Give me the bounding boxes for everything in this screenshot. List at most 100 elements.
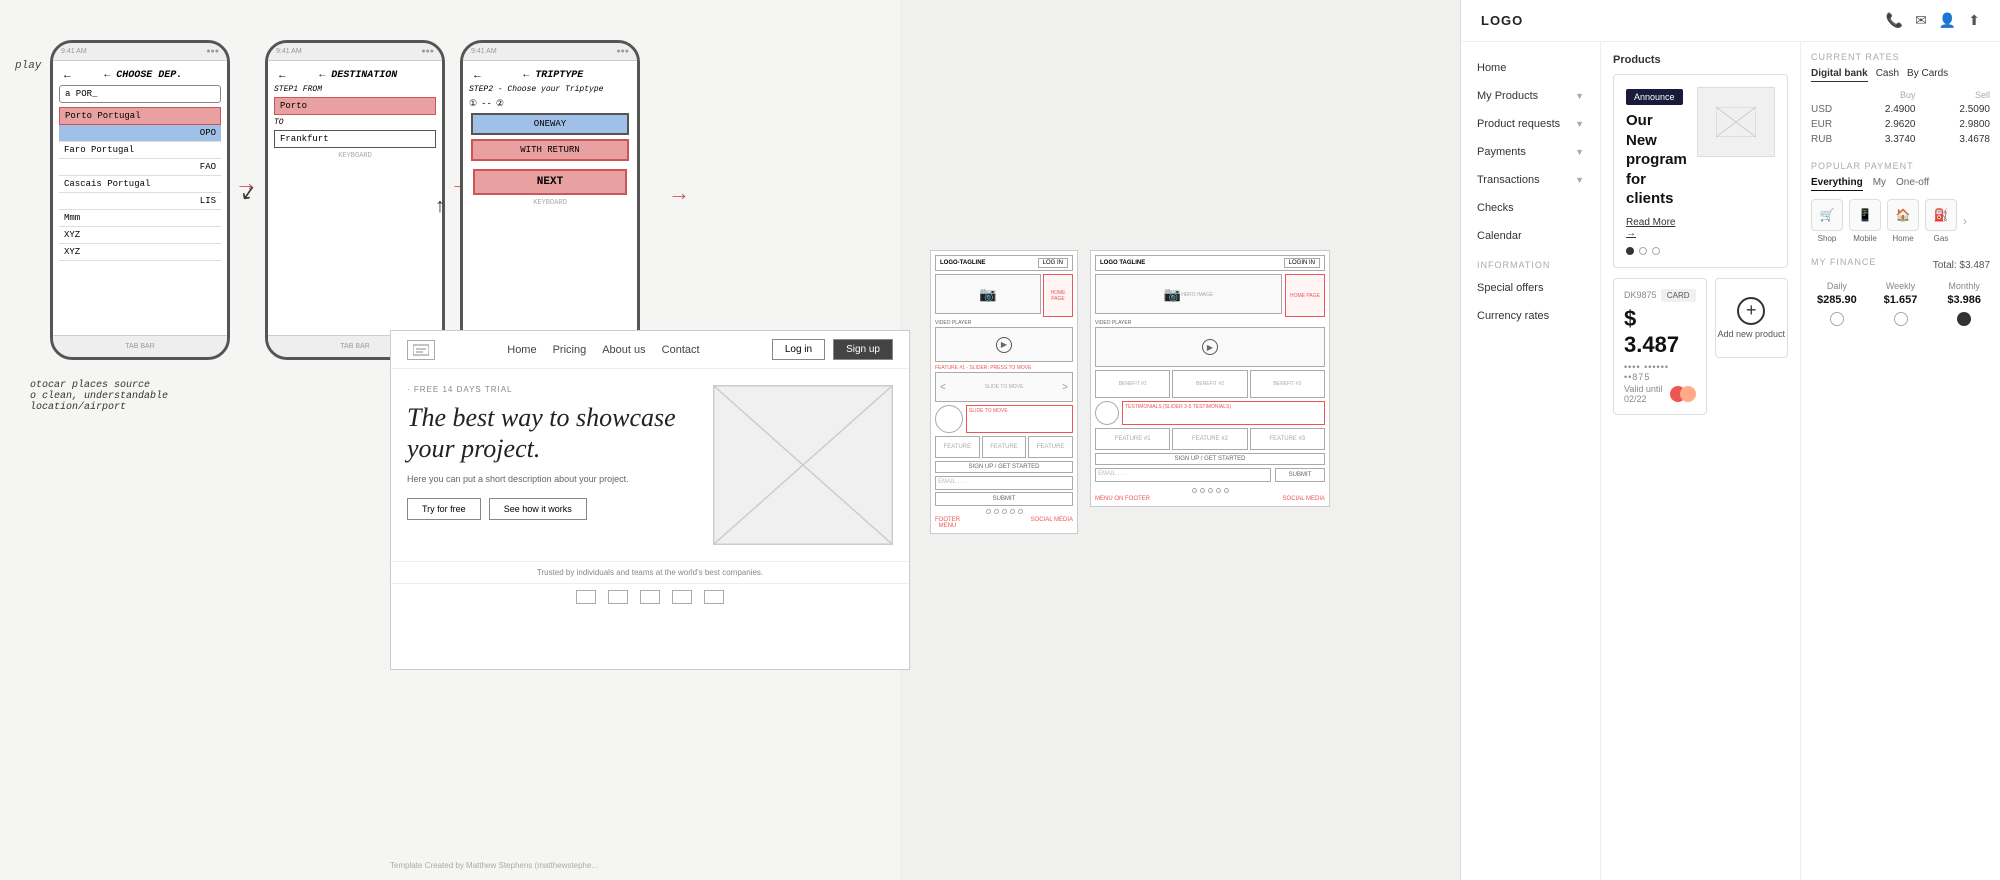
desktop-camera-icon: 📷 xyxy=(1164,286,1181,303)
wf-mobile-login[interactable]: LOG IN xyxy=(1038,258,1068,268)
banking-panel: LOGO 📞 ✉ 👤 ⬆ Home My Products ▼ Product … xyxy=(1460,0,2000,880)
wf-desktop-login[interactable]: LOGIN IN xyxy=(1284,258,1320,268)
nav-calendar[interactable]: Calendar xyxy=(1461,222,1600,250)
rates-tab-cards[interactable]: By Cards xyxy=(1907,68,1948,82)
wf-mobile-email[interactable]: EMAIL . . . xyxy=(935,476,1073,490)
feature2: FEATURE xyxy=(982,436,1027,458)
phone1-search[interactable]: a POR_ xyxy=(59,85,221,103)
dot5 xyxy=(1018,509,1023,514)
template-credit: Template Created by Matthew Stephens (ma… xyxy=(390,861,598,870)
phone2-status: 9:41 AM●●● xyxy=(268,43,442,61)
banking-right-col: CURRENT RATES Digital bank Cash By Cards… xyxy=(1800,42,2000,880)
phone3-oneway[interactable]: ONEWAY xyxy=(471,113,629,135)
rate-eur: EUR 2.9620 2.9800 xyxy=(1811,117,1990,132)
nav-payments[interactable]: Payments ▼ xyxy=(1461,138,1600,166)
feature1: FEATURE xyxy=(935,436,980,458)
phone2-nav: ← ← DESTINATION xyxy=(274,67,436,85)
radio-monthly[interactable] xyxy=(1957,312,1971,326)
nav-home[interactable]: Home xyxy=(507,344,536,356)
wf-mobile-signup: SIGN UP / GET STARTED xyxy=(935,461,1073,473)
payment-tab-oneoff[interactable]: One-off xyxy=(1896,177,1929,191)
benefit3: BENEFIT #3 xyxy=(1250,370,1325,398)
rates-tab-digital[interactable]: Digital bank xyxy=(1811,68,1868,82)
phone2-step1-label: STEP1 FROM xyxy=(274,85,436,94)
phone1-item5[interactable]: Cascais Portugal xyxy=(59,176,221,193)
nav-product-requests[interactable]: Product requests ▼ xyxy=(1461,110,1600,138)
nav-my-products[interactable]: My Products ▼ xyxy=(1461,82,1600,110)
curved-arrow2: ↑ xyxy=(435,195,445,218)
annotation1: otocar places source o clean, understand… xyxy=(30,380,168,413)
payment-tabs: Everything My One-off xyxy=(1811,177,1990,191)
add-circle-icon: + xyxy=(1737,297,1765,325)
nav-special-offers[interactable]: Special offers xyxy=(1461,274,1600,302)
payment-chevron[interactable]: › xyxy=(1963,214,1967,228)
payment-mobile[interactable]: 📱 Mobile xyxy=(1849,199,1881,243)
desktop-play-btn[interactable]: ▶ xyxy=(1202,339,1218,355)
phone1-item6[interactable]: LIS xyxy=(59,193,221,210)
phone1-item9[interactable]: XYZ xyxy=(59,244,221,261)
payment-tab-everything[interactable]: Everything xyxy=(1811,177,1863,191)
phone2-frankfurt[interactable]: Frankfurt xyxy=(274,130,436,148)
payment-tab-my[interactable]: My xyxy=(1873,177,1886,191)
try-free-btn[interactable]: Try for free xyxy=(407,498,481,520)
read-more-link[interactable]: Read More → xyxy=(1626,217,1687,239)
phone1-item3[interactable]: Faro Portugal xyxy=(59,142,221,159)
desktop-dot3 xyxy=(1208,488,1213,493)
add-product-card[interactable]: + Add new product xyxy=(1715,278,1789,358)
featured-card-image xyxy=(1697,87,1775,157)
wf-desktop-email[interactable]: EMAIL . . . xyxy=(1095,468,1271,482)
nav-pricing[interactable]: Pricing xyxy=(553,344,587,356)
phone1-item2[interactable]: OPO xyxy=(59,125,221,142)
lw-logo xyxy=(407,340,435,360)
nav-checks[interactable]: Checks xyxy=(1461,194,1600,222)
dot-inactive2 xyxy=(1652,247,1660,255)
nav-contact[interactable]: Contact xyxy=(662,344,700,356)
payment-items: 🛒 Shop 📱 Mobile 🏠 Home ⛽ xyxy=(1811,199,1990,243)
phone1-status: 9:41 AM●●● xyxy=(53,43,227,61)
rates-tab-cash[interactable]: Cash xyxy=(1876,68,1899,82)
nav-currency-rates[interactable]: Currency rates xyxy=(1461,302,1600,330)
wf-desktop-video: ▶ xyxy=(1095,327,1325,367)
wf-mobile-testimonials: SLIDE TO MOVE xyxy=(935,405,1073,433)
phone1-item4[interactable]: FAO xyxy=(59,159,221,176)
wf-mobile-slider[interactable]: < SLIDE TO MOVE > xyxy=(935,372,1073,402)
lw-nav: Home Pricing About us Contact xyxy=(455,344,752,356)
finance-header-row: MY FINANCE Total: $3.487 xyxy=(1811,257,1990,273)
phone3-next[interactable]: NEXT xyxy=(473,169,627,195)
dot3 xyxy=(1002,509,1007,514)
see-how-btn[interactable]: See how it works xyxy=(489,498,587,520)
wf-mobile-submit[interactable]: SUBMIT xyxy=(935,492,1073,506)
gas-icon: ⛽ xyxy=(1925,199,1957,231)
finance-daily: Daily $285.90 xyxy=(1811,281,1863,326)
social-icon4 xyxy=(672,590,692,604)
phone-icon[interactable]: 📞 xyxy=(1886,12,1903,29)
phone2-porto[interactable]: Porto xyxy=(274,97,436,115)
payment-home[interactable]: 🏠 Home xyxy=(1887,199,1919,243)
login-btn[interactable]: Log in xyxy=(772,339,825,360)
radio-weekly[interactable] xyxy=(1894,312,1908,326)
upload-icon[interactable]: ⬆ xyxy=(1968,12,1980,29)
user-icon[interactable]: 👤 xyxy=(1939,12,1956,29)
payment-shop[interactable]: 🛒 Shop xyxy=(1811,199,1843,243)
nav-transactions[interactable]: Transactions ▼ xyxy=(1461,166,1600,194)
wf-mobile-social xyxy=(935,509,1073,514)
play-btn[interactable]: ▶ xyxy=(996,337,1012,353)
phone1-item1[interactable]: Porto Portugal xyxy=(59,107,221,125)
payment-gas[interactable]: ⛽ Gas xyxy=(1925,199,1957,243)
rates-tabs: Digital bank Cash By Cards xyxy=(1811,68,1990,82)
nav-about[interactable]: About us xyxy=(602,344,645,356)
lw-text-area: · FREE 14 DAYS TRIAL The best way to sho… xyxy=(407,385,697,545)
signup-btn[interactable]: Sign up xyxy=(833,339,893,360)
wf-desktop-submit[interactable]: SUBMIT xyxy=(1275,468,1325,482)
nav-home[interactable]: Home xyxy=(1461,54,1600,82)
card-balance: $ 3.487 xyxy=(1624,306,1696,358)
card-dots xyxy=(1626,247,1687,255)
phone1-item7[interactable]: Mmm xyxy=(59,210,221,227)
finance-weekly: Weekly $1.657 xyxy=(1875,281,1927,326)
mail-icon[interactable]: ✉ xyxy=(1915,12,1927,29)
radio-daily[interactable] xyxy=(1830,312,1844,326)
phone1-item8[interactable]: XYZ xyxy=(59,227,221,244)
desktop-dot1 xyxy=(1192,488,1197,493)
featured-card: Announce Our New program for clients Rea… xyxy=(1613,74,1788,268)
phone3-return[interactable]: WITH RETURN xyxy=(471,139,629,161)
